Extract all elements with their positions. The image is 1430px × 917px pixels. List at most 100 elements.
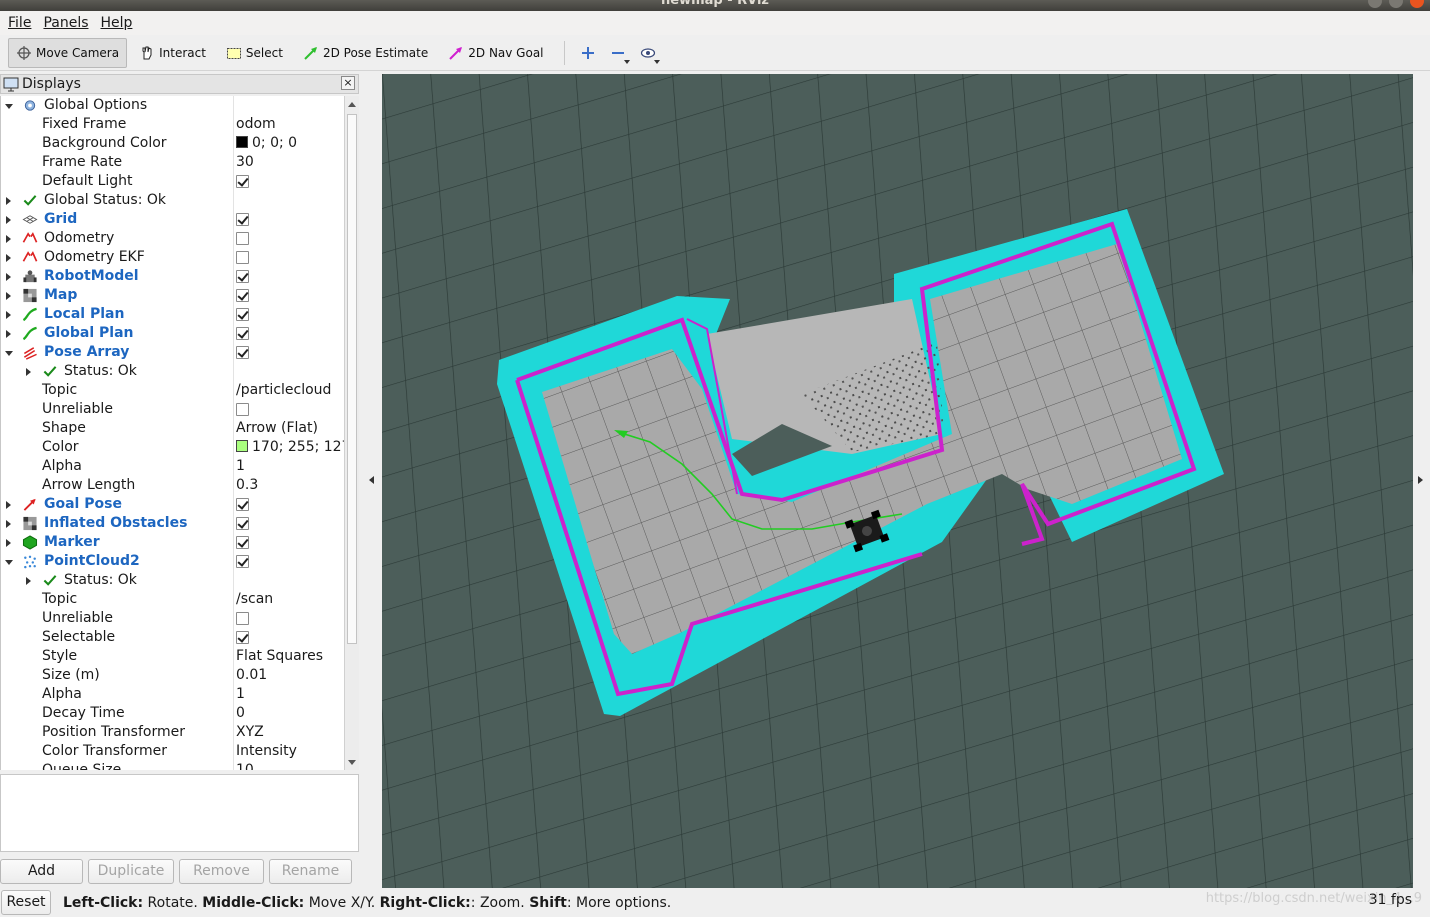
move-camera-tool[interactable]: Move Camera: [8, 37, 128, 68]
expand-arrow-down-icon[interactable]: [4, 96, 14, 115]
expand-arrow-right-icon[interactable]: [24, 571, 34, 590]
tree-row[interactable]: Alpha 1: [1, 457, 344, 476]
enable-checkbox[interactable]: [236, 555, 249, 568]
tree-row[interactable]: Inflated Obstacles: [1, 514, 344, 533]
menu-help[interactable]: Help: [97, 15, 137, 31]
right-panel-collapse[interactable]: [1413, 74, 1430, 888]
tree-row-value[interactable]: 10: [236, 761, 254, 770]
3d-viewport[interactable]: [382, 74, 1413, 888]
scroll-thumb[interactable]: [347, 114, 357, 644]
enable-checkbox[interactable]: [236, 517, 249, 530]
tree-row[interactable]: Shape Arrow (Flat): [1, 419, 344, 438]
enable-checkbox[interactable]: [236, 612, 249, 625]
enable-checkbox[interactable]: [236, 308, 249, 321]
enable-checkbox[interactable]: [236, 536, 249, 549]
tree-row-value[interactable]: Arrow (Flat): [236, 419, 318, 438]
expand-arrow-right-icon[interactable]: [4, 533, 14, 552]
expand-arrow-right-icon[interactable]: [24, 362, 34, 381]
enable-checkbox[interactable]: [236, 631, 249, 644]
enable-checkbox[interactable]: [236, 175, 249, 188]
expand-arrow-right-icon[interactable]: [4, 191, 14, 210]
tree-row[interactable]: RobotModel: [1, 267, 344, 286]
enable-checkbox[interactable]: [236, 403, 249, 416]
tree-row[interactable]: Local Plan: [1, 305, 344, 324]
tree-row[interactable]: Status: Ok: [1, 362, 344, 381]
expand-arrow-right-icon[interactable]: [4, 305, 14, 324]
enable-checkbox[interactable]: [236, 289, 249, 302]
duplicate-button[interactable]: Duplicate: [88, 859, 174, 884]
tree-row[interactable]: Frame Rate 30: [1, 153, 344, 172]
tree-row[interactable]: Global Options: [1, 96, 344, 115]
panel-splitter[interactable]: [359, 74, 382, 888]
reset-button[interactable]: Reset: [1, 890, 51, 915]
enable-checkbox[interactable]: [236, 270, 249, 283]
pose-estimate-tool[interactable]: 2D Pose Estimate: [295, 38, 436, 68]
tree-row[interactable]: Map: [1, 286, 344, 305]
tree-row-value[interactable]: 0.3: [236, 476, 258, 495]
view-tool-button[interactable]: [633, 38, 663, 68]
expand-arrow-right-icon[interactable]: [4, 248, 14, 267]
tree-row[interactable]: Size (m) 0.01: [1, 666, 344, 685]
tree-row[interactable]: Goal Pose: [1, 495, 344, 514]
tree-row[interactable]: Odometry EKF: [1, 248, 344, 267]
tree-row-value[interactable]: 0.01: [236, 666, 267, 685]
enable-checkbox[interactable]: [236, 213, 249, 226]
tree-row-value[interactable]: 1: [236, 457, 245, 476]
tree-row[interactable]: Background Color 0; 0; 0: [1, 134, 344, 153]
tree-row[interactable]: Decay Time 0: [1, 704, 344, 723]
remove-tool-button[interactable]: [603, 38, 633, 68]
expand-arrow-right-icon[interactable]: [4, 324, 14, 343]
rename-button[interactable]: Rename: [269, 859, 352, 884]
expand-arrow-down-icon[interactable]: [4, 552, 14, 571]
tree-row[interactable]: Queue Size 10: [1, 761, 344, 770]
tree-row[interactable]: Grid: [1, 210, 344, 229]
enable-checkbox[interactable]: [236, 498, 249, 511]
collapse-left-arrow[interactable]: [369, 476, 374, 484]
tree-row[interactable]: Selectable: [1, 628, 344, 647]
tree-row-value[interactable]: Intensity: [236, 742, 297, 761]
tree-row[interactable]: Topic/particlecloud: [1, 381, 344, 400]
select-tool[interactable]: Select: [218, 38, 291, 68]
expand-arrow-right-icon[interactable]: [4, 514, 14, 533]
nav-goal-tool[interactable]: 2D Nav Goal: [440, 38, 551, 68]
menu-panels[interactable]: Panels: [39, 15, 92, 31]
tree-row[interactable]: Style Flat Squares: [1, 647, 344, 666]
tree-row[interactable]: Marker: [1, 533, 344, 552]
tree-row-value[interactable]: 0; 0; 0: [236, 134, 297, 153]
tree-row[interactable]: Unreliable: [1, 609, 344, 628]
menu-file[interactable]: File: [4, 15, 35, 31]
tree-row[interactable]: Arrow Length 0.3: [1, 476, 344, 495]
tree-row[interactable]: Topic/scan: [1, 590, 344, 609]
enable-checkbox[interactable]: [236, 251, 249, 264]
expand-arrow-right-icon[interactable]: [4, 495, 14, 514]
enable-checkbox[interactable]: [236, 327, 249, 340]
tree-scrollbar[interactable]: [344, 96, 359, 770]
expand-arrow-down-icon[interactable]: [4, 343, 14, 362]
enable-checkbox[interactable]: [236, 232, 249, 245]
tree-row[interactable]: PointCloud2: [1, 552, 344, 571]
tree-row[interactable]: Default Light: [1, 172, 344, 191]
remove-button[interactable]: Remove: [179, 859, 264, 884]
scroll-up-arrow[interactable]: [348, 102, 356, 107]
expand-arrow-right-icon[interactable]: [4, 267, 14, 286]
expand-arrow-right-icon[interactable]: [4, 229, 14, 248]
tree-row[interactable]: Position Transformer XYZ: [1, 723, 344, 742]
tree-row[interactable]: Global Status: Ok: [1, 191, 344, 210]
add-button[interactable]: Add: [0, 859, 83, 884]
tree-row-value[interactable]: 0: [236, 704, 245, 723]
scroll-down-arrow[interactable]: [348, 760, 356, 765]
tree-row-value[interactable]: 30: [236, 153, 254, 172]
tree-row[interactable]: Odometry: [1, 229, 344, 248]
tree-row[interactable]: Status: Ok: [1, 571, 344, 590]
tree-row-value[interactable]: 170; 255; 127: [236, 438, 344, 457]
tree-row-value[interactable]: XYZ: [236, 723, 264, 742]
tree-row[interactable]: Unreliable: [1, 400, 344, 419]
tree-row-value[interactable]: /particlecloud: [236, 381, 331, 400]
add-tool-button[interactable]: [573, 38, 603, 68]
interact-tool[interactable]: Interact: [131, 38, 214, 68]
tree-row-value[interactable]: Flat Squares: [236, 647, 323, 666]
tree-row-value[interactable]: 1: [236, 685, 245, 704]
tree-row[interactable]: Color Transformer Intensity: [1, 742, 344, 761]
expand-right-arrow[interactable]: [1418, 476, 1423, 484]
tree-row-value[interactable]: /scan: [236, 590, 273, 609]
